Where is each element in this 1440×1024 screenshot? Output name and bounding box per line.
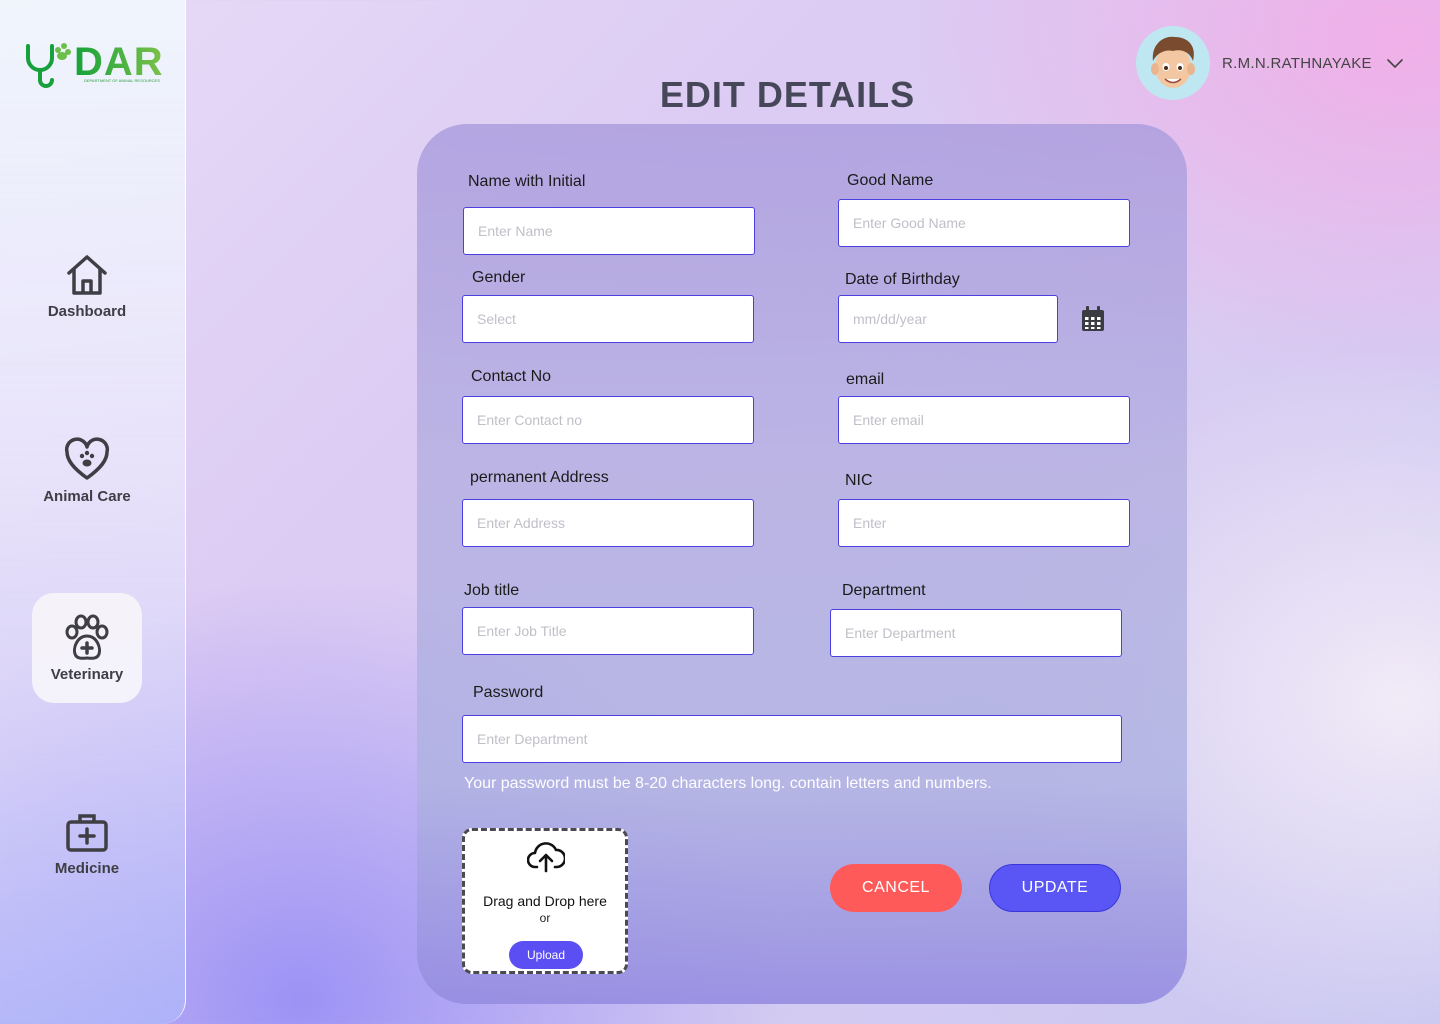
update-button[interactable]: UPDATE <box>989 864 1121 912</box>
good-name-input[interactable] <box>838 199 1130 247</box>
password-label: Password <box>473 684 544 701</box>
gender-label: Gender <box>472 269 526 286</box>
department-input[interactable] <box>830 609 1122 657</box>
sidebar-item-label: Animal Care <box>43 487 131 505</box>
cancel-button[interactable]: CANCEL <box>830 864 962 912</box>
paw-plus-icon <box>65 614 109 660</box>
dob-input[interactable] <box>838 295 1058 343</box>
email-input[interactable] <box>838 396 1130 444</box>
heart-paw-icon <box>64 437 110 480</box>
nic-input[interactable] <box>838 499 1130 547</box>
or-text: or <box>539 911 551 925</box>
password-hint: Your password must be 8-20 characters lo… <box>464 775 992 792</box>
good-name-label: Good Name <box>847 172 934 189</box>
calendar-icon[interactable] <box>1081 306 1105 332</box>
contact-input[interactable] <box>462 396 754 444</box>
sidebar-item-label: Veterinary <box>50 665 124 683</box>
address-input[interactable] <box>462 499 754 547</box>
user-name: R.M.N.RATHNAYAKE <box>1222 54 1372 72</box>
sidebar-item-veterinary[interactable]: Veterinary <box>32 593 142 703</box>
sidebar: DAR DEPARTMENT OF ANIMAL RESOURCES Dashb… <box>0 0 186 1024</box>
address-label: permanent Address <box>470 469 609 486</box>
nic-label: NIC <box>845 472 873 489</box>
sidebar-item-label: Dashboard <box>47 302 127 320</box>
sidebar-item-dashboard[interactable]: Dashboard <box>32 230 142 340</box>
sidebar-item-medicine[interactable]: Medicine <box>32 787 142 897</box>
gender-select[interactable] <box>462 295 754 343</box>
email-label: email <box>846 371 885 388</box>
sidebar-item-animal-care[interactable]: Animal Care <box>32 415 142 525</box>
dob-label: Date of Birthday <box>845 271 960 288</box>
drag-drop-text: Drag and Drop here <box>483 893 607 909</box>
upload-dropzone[interactable]: Drag and Drop here or Upload <box>462 828 628 974</box>
cloud-upload-icon <box>527 842 565 873</box>
upload-button[interactable]: Upload <box>509 941 583 969</box>
department-label: Department <box>842 582 926 599</box>
chevron-down-icon[interactable] <box>1386 54 1404 72</box>
home-icon <box>67 254 107 295</box>
contact-label: Contact No <box>471 368 552 385</box>
name-initial-input[interactable] <box>463 207 755 255</box>
sidebar-item-label: Medicine <box>54 859 120 877</box>
medical-kit-icon <box>66 813 108 852</box>
job-title-input[interactable] <box>462 607 754 655</box>
page-title: EDIT DETAILS <box>659 74 916 115</box>
job-title-label: Job title <box>464 582 520 599</box>
password-input[interactable] <box>462 715 1122 763</box>
name-initial-label: Name with Initial <box>468 173 586 190</box>
